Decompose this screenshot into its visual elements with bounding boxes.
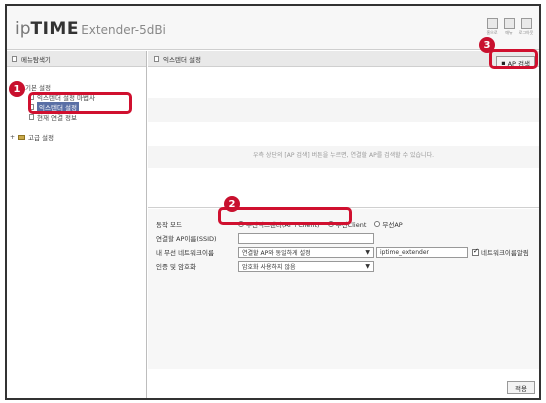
chevron-down-icon: ▼ [365,248,370,256]
network-name-input[interactable]: iptime_extender [376,246,468,258]
apply-button[interactable]: 적용 [507,381,535,394]
explorer-icon [12,55,17,62]
home-icon[interactable]: 홈으로 [485,18,499,38]
annotation-marker-1: 1 [9,81,25,97]
logout-icon[interactable]: 로그아웃 [519,18,533,38]
chevron-down-icon: ▼ [365,262,370,270]
header-bar: ipTIME Extender-5dBi 홈으로 매뉴 로그아웃 [7,6,539,50]
ap-list-area: 우측 상단의 [AP 검색] 버튼을 누르면, 연결할 AP를 검색할 수 있습… [148,68,539,208]
ssid-row: 연결할 AP이름(SSID) [156,232,374,244]
network-name-row: 내 무선 네트워크이름 연결할 AP와 동일하게 설정 ▼ iptime_exte… [156,246,529,258]
highlight-extender-mode [218,207,352,225]
router-admin-window: ipTIME Extender-5dBi 홈으로 매뉴 로그아웃 메뉴탐색기 기… [5,4,541,400]
highlight-extender-settings [28,92,132,114]
annotation-marker-2: 2 [224,196,240,212]
network-name-select[interactable]: 연결할 AP와 동일하게 설정 ▼ [238,246,374,258]
page-icon [154,55,159,62]
highlight-ap-search [489,49,538,69]
annotation-marker-3: 3 [479,37,495,53]
broadcast-checkbox[interactable] [472,247,479,256]
sidebar-title: 메뉴탐색기 [7,51,146,67]
help-icon[interactable]: 매뉴 [502,18,516,38]
page-title: 익스텐더 설정 [148,51,539,67]
iptime-logo: ipTIME Extender-5dBi [15,19,166,39]
ap-search-message: 우측 상단의 [AP 검색] 버튼을 누르면, 연결할 AP를 검색할 수 있습… [252,152,434,159]
mode-radio-ap[interactable]: 무선AP [374,219,403,229]
ssid-input[interactable] [238,232,374,244]
auth-row: 인증 및 암호화 암호화 사용하지 않음 ▼ [156,260,374,272]
folder-icon [18,134,26,140]
expand-icon: + [10,133,16,141]
auth-select[interactable]: 암호화 사용하지 않음 ▼ [238,260,374,272]
main-panel: 익스텐더 설정 ▪ AP 검색 우측 상단의 [AP 검색] 버튼을 누르면, 연… [148,51,539,398]
settings-form: 동작 모드 무선익스텐더(AP+Client) 무선Client 무선AP 연결… [148,209,539,369]
page-icon [29,114,34,120]
header-icons: 홈으로 매뉴 로그아웃 [485,18,533,38]
sidebar-item-advanced-settings[interactable]: + 고급 설정 [10,132,54,143]
